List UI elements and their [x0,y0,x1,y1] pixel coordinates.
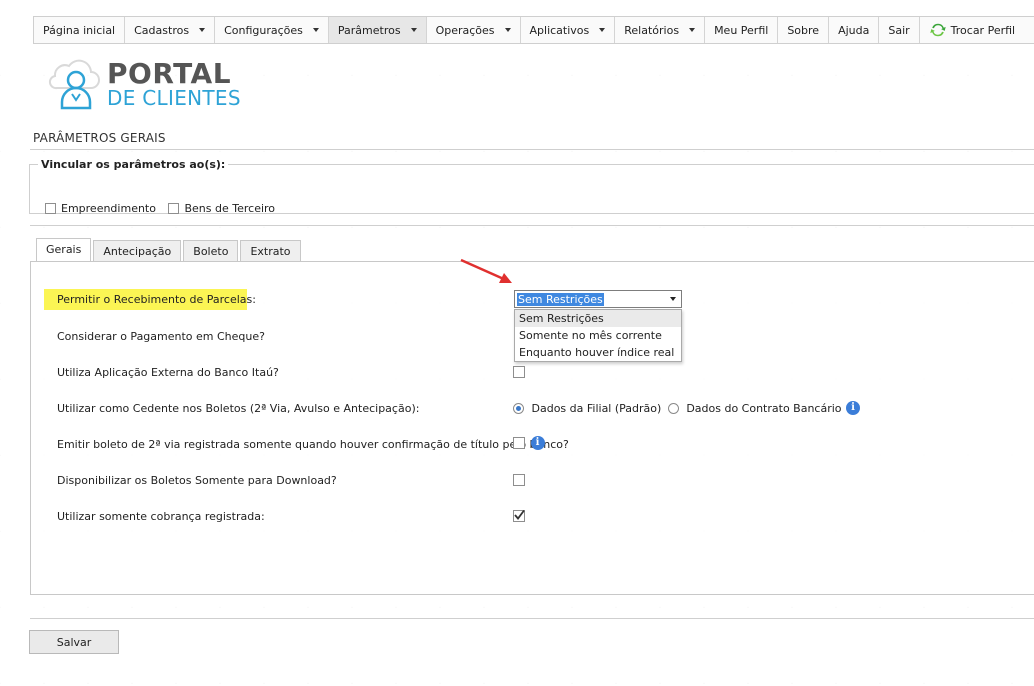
portal-logo: PORTAL DE CLIENTES [45,56,255,112]
checkmark-icon [514,509,525,520]
boleto-registrada-checkbox[interactable] [513,437,525,449]
info-icon[interactable]: i [846,401,861,415]
nav-label: Operações [435,23,495,37]
divider [30,149,1034,150]
nav-label: Configurações [224,23,303,37]
chevron-down-icon [199,28,206,32]
divider [30,618,1034,619]
page-title: PARÂMETROS GERAIS [33,131,166,145]
download-label: Disponibilizar os Boletos Somente para D… [57,474,337,487]
nav-ajuda[interactable]: Ajuda [829,17,880,43]
recebimento-select[interactable]: Sem Restrições [514,290,682,308]
annotation-arrow-icon [460,258,512,283]
chevron-down-icon [689,28,696,32]
select-value: Sem Restrições [517,293,604,306]
tab-bar: Gerais Antecipação Boleto Extrato [36,238,303,262]
nav-configuracoes[interactable]: Configurações [215,17,329,43]
tab-gerais[interactable]: Gerais [36,238,92,262]
cedente-label: Utilizar como Cedente nos Boletos (2ª Vi… [57,402,420,415]
nav-label: Relatórios [624,23,680,37]
itau-checkbox[interactable] [513,366,525,378]
bens-terceiro-label: Bens de Terceiro [184,201,276,215]
nav-meu-perfil[interactable]: Meu Perfil [705,17,779,43]
nav-label: Sair [888,23,910,37]
itau-label: Utiliza Aplicação Externa do Banco Itaú? [57,366,279,379]
dropdown-option[interactable]: Sem Restrições [515,310,681,327]
tab-extrato[interactable]: Extrato [240,240,301,262]
top-navigation: Página inicial Cadastros Configurações P… [33,16,1034,44]
nav-sair[interactable]: Sair [879,17,920,43]
radio-label: Dados do Contrato Bancário [686,401,842,415]
radio-label: Dados da Filial (Padrão) [531,401,662,415]
logo-subtitle: DE CLIENTES [107,86,241,110]
client-avatar-icon [48,59,100,110]
vincular-fieldset: Vincular os parâmetros ao(s): Empreendim… [29,158,1034,215]
bens-terceiro-checkbox[interactable] [168,202,180,214]
chevron-down-icon [504,28,511,32]
tab-label: Gerais [46,243,82,256]
tab-label: Antecipação [103,245,172,258]
tab-label: Extrato [250,245,291,258]
nav-relatorios[interactable]: Relatórios [615,17,706,43]
save-button[interactable]: Salvar [29,630,119,654]
nav-label: Ajuda [838,23,870,37]
info-icon[interactable]: i [530,436,545,450]
chevron-down-icon [670,297,676,301]
divider [30,225,1034,226]
nav-aplicativos[interactable]: Aplicativos [521,17,616,43]
tab-boleto[interactable]: Boleto [183,240,239,262]
radio-dados-contrato[interactable] [667,402,679,414]
nav-label: Meu Perfil [714,23,769,37]
nav-label: Sobre [787,23,820,37]
chevron-down-icon [312,28,319,32]
boleto-registrada-label: Emitir boleto de 2ª via registrada somen… [57,438,569,451]
chevron-down-icon [410,28,417,32]
dropdown-option[interactable]: Enquanto houver índice real [515,344,681,361]
cobranca-label: Utilizar somente cobrança registrada: [57,510,265,523]
tab-antecipacao[interactable]: Antecipação [93,240,182,262]
nav-label: Aplicativos [529,23,590,37]
nav-pagina-inicial[interactable]: Página inicial [34,17,126,43]
nav-cadastros[interactable]: Cadastros [125,17,216,43]
cedente-radio-group: Dados da Filial (Padrão) Dados do Contra… [513,401,861,415]
radio-dados-filial[interactable] [513,402,524,414]
cobranca-checkbox[interactable] [513,509,525,522]
nav-label: Página inicial [43,23,116,37]
empreendimento-checkbox[interactable] [45,202,56,214]
nav-parametros[interactable]: Parâmetros [328,17,427,43]
tab-label: Boleto [193,245,229,258]
nav-label: Parâmetros [337,23,401,37]
download-checkbox[interactable] [513,474,525,486]
recebimento-dropdown: Sem Restrições Somente no mês corrente E… [514,309,682,362]
empreendimento-label: Empreendimento [61,201,156,215]
chevron-down-icon [599,28,606,32]
nav-label: Cadastros [134,23,190,37]
dropdown-option[interactable]: Somente no mês corrente [515,327,681,344]
swap-profile-icon [930,23,946,37]
vincular-legend: Vincular os parâmetros ao(s): [41,158,226,171]
nav-trocar-perfil[interactable]: Trocar Perfil [920,17,1024,43]
cheque-label: Considerar o Pagamento em Cheque? [57,330,265,343]
logo-title: PORTAL [107,57,232,90]
recebimento-label: Permitir o Recebimento de Parcelas: [57,293,256,306]
nav-sobre[interactable]: Sobre [778,17,830,43]
switch-profile-label: Trocar Perfil [950,23,1016,37]
nav-operacoes[interactable]: Operações [427,17,521,43]
boleto-registrada-control: i [513,436,545,450]
